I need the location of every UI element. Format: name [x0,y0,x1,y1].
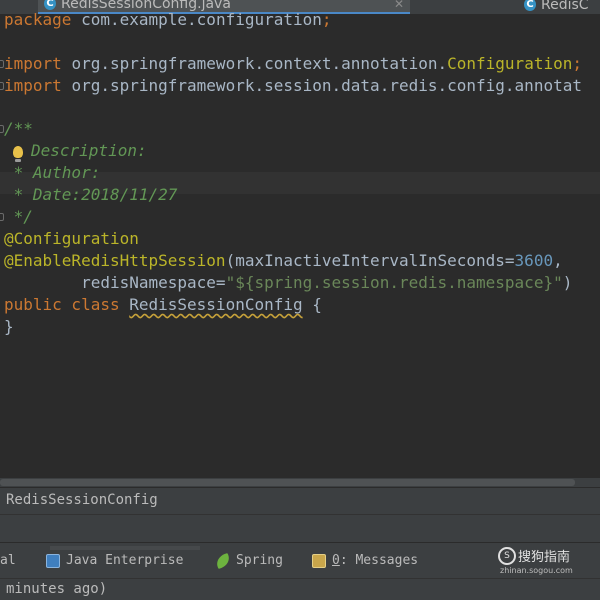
tool-window-bar: al Java Enterprise Spring 0: Messages S搜… [0,542,600,578]
tool-window-spring[interactable]: Spring [214,543,283,578]
code-line-doc-description: Description: [4,140,147,162]
tool-window-terminal[interactable]: al [0,543,16,578]
code-line-doc-close: */ [4,207,33,226]
spring-icon [214,552,232,569]
class-name: RedisSessionConfig [129,295,303,314]
code-editor[interactable]: package com.example.configuration; impor… [0,8,600,478]
tool-window-mnemonic: 0 [332,553,340,568]
fold-marker[interactable] [0,125,4,133]
status-bar: minutes ago) [0,578,600,600]
lightbulb-icon[interactable] [13,146,23,162]
tool-window-label: al [0,553,16,568]
sogou-logo-icon: S [498,546,516,565]
tool-window-java-enterprise[interactable]: Java Enterprise [46,543,183,578]
tool-window-label: Spring [236,553,283,568]
tool-window-messages[interactable]: 0: Messages [312,543,418,578]
breadcrumb[interactable]: RedisSessionConfig [0,487,600,514]
code-line-annotation-configuration: @Configuration [4,229,139,248]
panel-divider [0,514,600,542]
fold-marker[interactable] [0,82,4,90]
breadcrumb-item[interactable]: RedisSessionConfig [6,492,158,508]
code-line-doc-open: /** [4,119,33,138]
code-line-import-configuration: import org.springframework.context.annot… [4,54,582,73]
code-line-class-close: } [4,317,14,336]
watermark-url: zhinan.sogou.com [500,566,573,575]
horizontal-scrollbar[interactable] [0,478,600,487]
tool-window-label: Java Enterprise [66,553,184,568]
code-line-doc-date: * Date:2018/11/27 [4,185,178,204]
messages-icon [312,553,326,568]
fold-marker[interactable] [0,213,4,221]
code-line-doc-author: * Author: [4,163,101,182]
code-line-package: package com.example.configuration; [4,10,332,29]
fold-marker[interactable] [0,60,4,68]
code-line-annotation-redis-session: @EnableRedisHttpSession(maxInactiveInter… [4,251,563,270]
code-line-redis-namespace: redisNamespace="${spring.session.redis.n… [4,273,573,292]
code-line-class-declaration: public class RedisSessionConfig { [4,295,322,314]
watermark-title: 搜狗指南 [518,550,571,565]
scrollbar-thumb[interactable] [0,479,575,486]
java-enterprise-icon [46,553,60,568]
code-line-import-redis: import org.springframework.session.data.… [4,76,582,95]
tool-window-label: : Messages [339,553,419,568]
sogou-watermark: S 搜狗指南 zhinan.sogou.com [498,546,578,578]
status-text: minutes ago) [6,581,108,597]
